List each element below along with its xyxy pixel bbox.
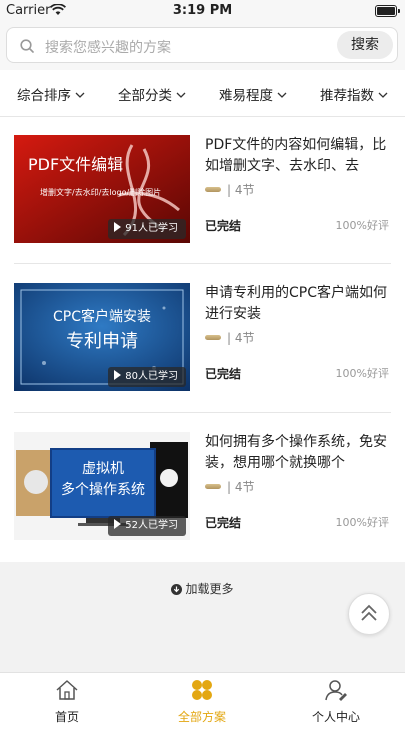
course-title: PDF文件的内容如何编辑，比如增删文字、去水印、去log… [205, 137, 387, 174]
course-status: 已完结 [205, 367, 242, 381]
learners-count: 80人已学习 [125, 371, 178, 382]
thumbnail-title: CPC客户端安装 [53, 308, 151, 325]
course-meta: | 4节 [205, 181, 255, 198]
learners-badge: 91人已学习 [108, 219, 186, 239]
course-card[interactable]: 虚拟机 多个操作系统 52人已学习 如何拥有多个操作系统，免安装，想用哪个就换哪… [14, 432, 390, 542]
tab-all-plans[interactable]: 全部方案 [152, 679, 252, 725]
course-thumbnail: CPC客户端安装 专利申请 80人已学习 [14, 283, 190, 391]
difficulty-indicator [205, 484, 221, 489]
thumbnail-subtitle: 多个操作系统 [61, 481, 145, 498]
tab-bar: 首页 全部方案 个人中心 [0, 672, 405, 732]
course-thumbnail: PDF文件编辑 增删文字/去水印/去logo/删除图片 91人已学习 [14, 135, 190, 243]
load-more-label: 加载更多 [185, 582, 234, 596]
profile-icon [286, 679, 386, 704]
course-meta: | 4节 [205, 478, 255, 495]
course-status: 已完结 [205, 516, 242, 530]
clock: 3:19 PM [172, 3, 233, 18]
play-icon [114, 519, 122, 529]
course-rating: 100%好评 [335, 367, 389, 380]
back-to-top-button[interactable] [348, 593, 390, 635]
course-card[interactable]: PDF文件编辑 增删文字/去水印/去logo/删除图片 91人已学习 PDF文件… [14, 135, 390, 245]
home-icon [17, 679, 117, 704]
filter-label: 推荐指数 [320, 88, 374, 104]
tab-label: 首页 [54, 710, 79, 724]
play-icon [114, 370, 122, 380]
clover-icon [152, 679, 252, 704]
search-bar: 搜索您感兴趣的方案 搜索 [0, 22, 405, 70]
lesson-count: | 4节 [227, 331, 255, 345]
course-thumbnail: 虚拟机 多个操作系统 52人已学习 [14, 432, 190, 540]
search-icon [20, 38, 34, 57]
tab-label: 全部方案 [177, 710, 226, 724]
filter-category[interactable]: 全部分类 [118, 84, 186, 104]
search-placeholder: 搜索您感兴趣的方案 [45, 40, 171, 56]
search-button[interactable]: 搜索 [337, 31, 393, 59]
learners-count: 52人已学习 [125, 520, 178, 531]
tab-home[interactable]: 首页 [17, 679, 117, 725]
lesson-count: | 4节 [227, 183, 255, 197]
course-rating: 100%好评 [335, 219, 389, 232]
course-title: 申请专利用的CPC客户端如何进行安装 [205, 285, 387, 322]
difficulty-indicator [205, 187, 221, 192]
chevron-down-icon [277, 86, 287, 102]
course-title: 如何拥有多个操作系统，免安装，想用哪个就换哪个 [205, 434, 387, 471]
difficulty-indicator [205, 335, 221, 340]
course-card[interactable]: CPC客户端安装 专利申请 80人已学习 申请专利用的CPC客户端如何进行安装 … [14, 283, 390, 393]
status-bar: Carrier 3:19 PM [0, 0, 405, 22]
divider [14, 412, 391, 413]
thumbnail-subtitle: 增删文字/去水印/去logo/删除图片 [40, 187, 161, 197]
filter-recommend[interactable]: 推荐指数 [320, 84, 388, 104]
thumbnail-subtitle: 专利申请 [66, 331, 138, 352]
course-meta: | 4节 [205, 329, 255, 346]
course-status: 已完结 [205, 219, 242, 233]
divider [14, 263, 391, 264]
learners-count: 91人已学习 [125, 223, 178, 234]
play-icon [114, 222, 122, 232]
tab-profile[interactable]: 个人中心 [286, 679, 386, 725]
lesson-count: | 4节 [227, 480, 255, 494]
battery-icon [375, 5, 400, 17]
load-more-button[interactable]: 加载更多 [0, 580, 405, 598]
chevron-down-icon [176, 86, 186, 102]
tab-label: 个人中心 [311, 710, 360, 724]
filter-label: 难易程度 [219, 88, 273, 104]
thumbnail-title: 虚拟机 [82, 461, 124, 477]
filter-sort[interactable]: 综合排序 [17, 84, 85, 104]
filter-difficulty[interactable]: 难易程度 [219, 84, 287, 104]
chevron-down-icon [378, 86, 388, 102]
course-rating: 100%好评 [335, 516, 389, 529]
learners-badge: 52人已学习 [108, 516, 186, 536]
chevron-down-icon [75, 86, 85, 102]
search-input[interactable]: 搜索您感兴趣的方案 搜索 [6, 27, 398, 63]
learners-badge: 80人已学习 [108, 367, 186, 387]
arrow-down-circle-icon [171, 584, 183, 598]
filter-label: 综合排序 [17, 88, 71, 104]
load-more-area: 加载更多 [0, 562, 405, 672]
thumbnail-title: PDF文件编辑 [28, 155, 123, 174]
filter-bar: 综合排序 全部分类 难易程度 推荐指数 [0, 70, 405, 117]
filter-label: 全部分类 [118, 88, 172, 104]
